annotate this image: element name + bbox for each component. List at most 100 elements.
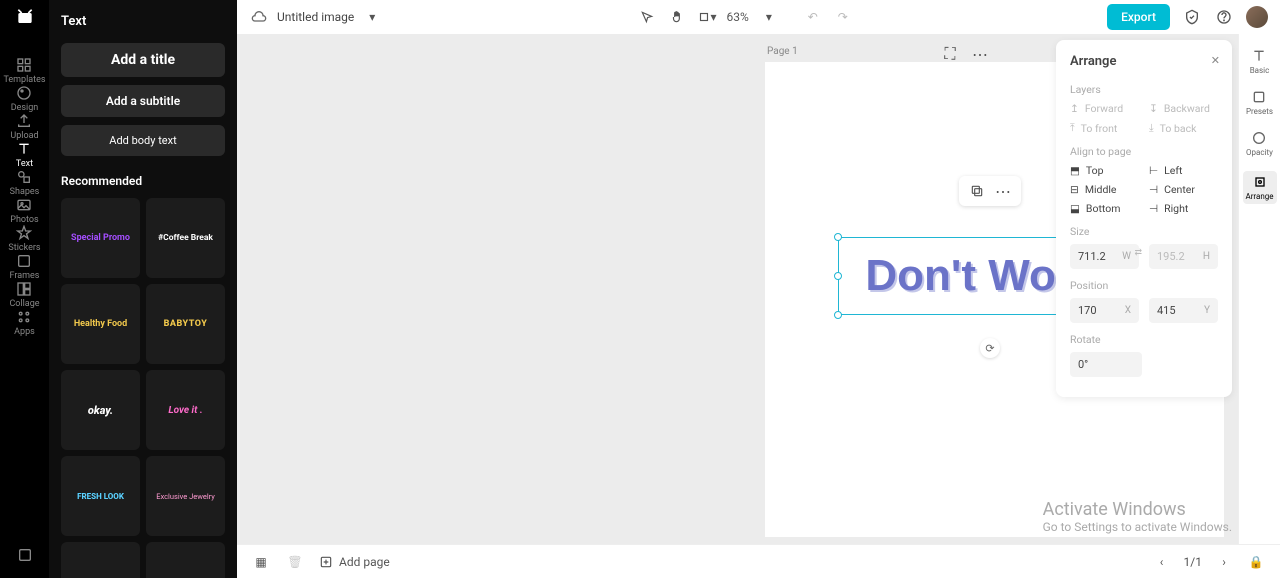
- add-title-button[interactable]: Add a title: [61, 43, 225, 77]
- avatar[interactable]: [1246, 6, 1268, 28]
- to-back-button[interactable]: ⤓ To back: [1149, 121, 1218, 135]
- shield-icon[interactable]: [1182, 7, 1202, 27]
- prop-arrange[interactable]: Arrange: [1243, 171, 1277, 204]
- export-button[interactable]: Export: [1107, 4, 1170, 30]
- text-preset-thumb[interactable]: Special Promo: [61, 198, 140, 278]
- canvas-wrap: Page 1 ⛶ ⋯ ⋯ Don't Worry: [237, 34, 1280, 544]
- nav-stickers[interactable]: Stickers: [3, 225, 45, 253]
- lock-icon[interactable]: 🔒: [1246, 552, 1266, 572]
- add-page-button[interactable]: Add page: [319, 555, 390, 569]
- text-preset-thumb[interactable]: Healthy Food: [61, 284, 140, 364]
- nav-frames[interactable]: Frames: [3, 253, 45, 281]
- resize-handle-tl[interactable]: [834, 233, 842, 241]
- prev-page-icon[interactable]: ‹: [1152, 552, 1172, 572]
- nav-templates[interactable]: Templates: [3, 57, 45, 85]
- nav-photos[interactable]: Photos: [3, 197, 45, 225]
- library-panel: Text Add a title Add a subtitle Add body…: [49, 0, 237, 578]
- main-area: Untitled image ▾ ▾ 63% ▾ ↶ ↷ Export Page…: [237, 0, 1280, 578]
- recommended-label: Recommended: [61, 174, 225, 188]
- file-section: Untitled image ▾: [249, 7, 382, 27]
- prop-basic[interactable]: Basic: [1250, 48, 1270, 75]
- filename-dropdown-icon[interactable]: ▾: [362, 7, 382, 27]
- center-tools: ▾ 63% ▾ ↶ ↷: [637, 7, 853, 27]
- width-input[interactable]: 711.2W⇄: [1070, 244, 1139, 269]
- delete-page-icon[interactable]: 🗑: [285, 552, 305, 572]
- backward-button[interactable]: ↧ Backward: [1149, 102, 1218, 115]
- bottombar: ▦ 🗑 Add page ‹ 1/1 › 🔒: [237, 544, 1280, 578]
- text-preset-thumb[interactable]: Love it .: [146, 370, 225, 450]
- duplicate-icon[interactable]: [967, 181, 987, 201]
- align-label: Align to page: [1070, 145, 1218, 158]
- prop-opacity[interactable]: Opacity: [1246, 130, 1273, 157]
- text-preset-thumb[interactable]: okay.: [61, 370, 140, 450]
- topbar: Untitled image ▾ ▾ 63% ▾ ↶ ↷ Export: [237, 0, 1280, 34]
- pages-icon[interactable]: ▦: [251, 552, 271, 572]
- forward-button[interactable]: ↥ Forward: [1070, 102, 1139, 115]
- y-input[interactable]: 415Y: [1149, 298, 1218, 323]
- nav-shapes[interactable]: Shapes: [3, 169, 45, 197]
- add-subtitle-button[interactable]: Add a subtitle: [61, 85, 225, 117]
- align-center-button[interactable]: ⊣ Center: [1149, 183, 1218, 196]
- arrange-title: Arrange: [1070, 54, 1218, 69]
- nav-collage[interactable]: Collage: [3, 281, 45, 309]
- zoom-dropdown-icon[interactable]: ▾: [759, 7, 779, 27]
- nav-rail: TemplatesDesignUploadTextShapesPhotosSti…: [0, 0, 49, 578]
- position-label: Position: [1070, 279, 1218, 292]
- nav-design[interactable]: Design: [3, 85, 45, 113]
- height-input[interactable]: 195.2H: [1149, 244, 1218, 269]
- align-bottom-button[interactable]: ⬓ Bottom: [1070, 202, 1139, 215]
- text-actions: Add a title Add a subtitle Add body text: [61, 43, 225, 156]
- add-body-text-button[interactable]: Add body text: [61, 125, 225, 156]
- align-middle-button[interactable]: ⊟ Middle: [1070, 183, 1139, 196]
- nav-apps[interactable]: Apps: [3, 309, 45, 337]
- text-thumbnails: Special Promo#Coffee BreakHealthy FoodBA…: [61, 198, 225, 578]
- align-left-button[interactable]: ⊢ Left: [1149, 164, 1218, 177]
- page-more-icon[interactable]: ⋯: [970, 44, 990, 64]
- rotate-input[interactable]: 0°: [1070, 352, 1142, 377]
- right-tools: Export: [1107, 4, 1268, 30]
- rotate-label: Rotate: [1070, 333, 1218, 346]
- page-controls: ⛶ ⋯: [940, 44, 990, 64]
- page-counter: 1/1: [1184, 555, 1202, 569]
- to-front-button[interactable]: ⤒ To front: [1070, 121, 1139, 135]
- rotate-handle[interactable]: ⟳: [980, 338, 1000, 358]
- align-top-button[interactable]: ⬒ Top: [1070, 164, 1139, 177]
- page-label: Page 1: [767, 46, 798, 57]
- hand-tool-icon[interactable]: [667, 7, 687, 27]
- text-preset-thumb[interactable]: FRESH LOOK: [61, 456, 140, 536]
- arrange-panel: Arrange ✕ Layers ↥ Forward ↧ Backward ⤒ …: [1056, 40, 1232, 397]
- size-label: Size: [1070, 225, 1218, 238]
- redo-icon[interactable]: ↷: [833, 7, 853, 27]
- more-icon[interactable]: ⋯: [993, 181, 1013, 201]
- app-logo[interactable]: [15, 8, 35, 33]
- text-preset-thumb[interactable]: #Coffee Break: [146, 198, 225, 278]
- text-preset-thumb[interactable]: BABYTOY: [146, 284, 225, 364]
- nav-bottom-icon[interactable]: [17, 547, 33, 563]
- property-rail: Basic Presets Opacity Arrange: [1238, 34, 1280, 544]
- x-input[interactable]: 170X: [1070, 298, 1139, 323]
- nav-text[interactable]: Text: [3, 141, 45, 169]
- resize-handle-ml[interactable]: [834, 272, 842, 280]
- page-expand-icon[interactable]: ⛶: [940, 44, 960, 64]
- layers-label: Layers: [1070, 83, 1218, 96]
- nav-upload[interactable]: Upload: [3, 113, 45, 141]
- align-right-button[interactable]: ⊣ Right: [1149, 202, 1218, 215]
- resize-handle-bl[interactable]: [834, 311, 842, 319]
- close-icon[interactable]: ✕: [1211, 54, 1220, 67]
- prop-presets[interactable]: Presets: [1246, 89, 1273, 116]
- windows-watermark: Activate Windows Go to Settings to activ…: [1043, 499, 1232, 534]
- undo-icon[interactable]: ↶: [803, 7, 823, 27]
- library-title: Text: [61, 14, 225, 29]
- filename[interactable]: Untitled image: [277, 10, 354, 24]
- text-preset-thumb[interactable]: Exclusive Jewelry: [146, 456, 225, 536]
- help-icon[interactable]: [1214, 7, 1234, 27]
- floating-toolbar: ⋯: [959, 176, 1021, 206]
- cloud-icon[interactable]: [249, 7, 269, 27]
- next-page-icon[interactable]: ›: [1214, 552, 1234, 572]
- zoom-level[interactable]: 63%: [727, 10, 749, 24]
- text-preset-thumb[interactable]: WHAT IF..: [61, 542, 140, 578]
- crop-tool-icon[interactable]: ▾: [697, 7, 717, 27]
- text-preset-thumb[interactable]: BUSINESS AGENCY: [146, 542, 225, 578]
- app-root: TemplatesDesignUploadTextShapesPhotosSti…: [0, 0, 1280, 578]
- select-tool-icon[interactable]: [637, 7, 657, 27]
